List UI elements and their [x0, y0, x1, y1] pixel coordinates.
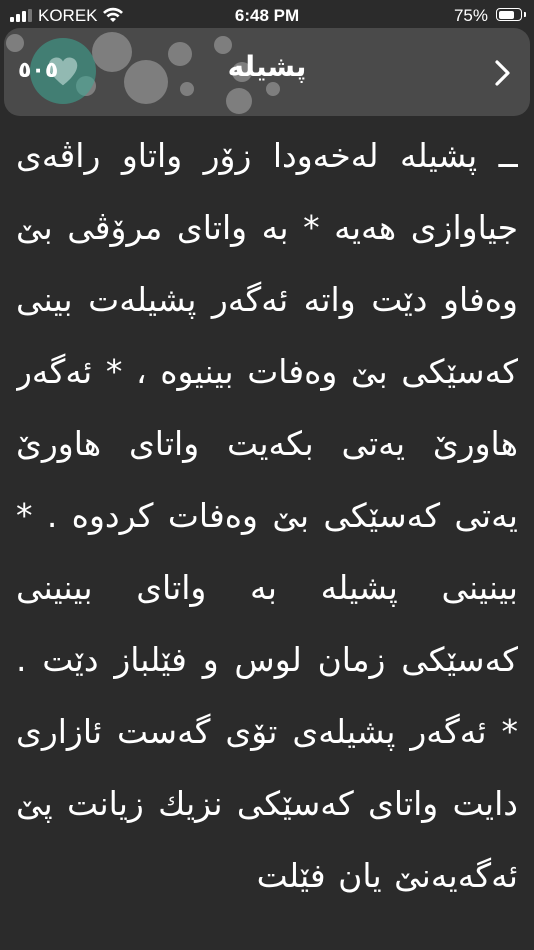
battery-level	[498, 10, 514, 19]
decorative-bubble	[266, 82, 280, 96]
nav-bar: ٥٠٥ پشیلە	[4, 28, 530, 116]
decorative-bubble	[226, 88, 252, 114]
chevron-right-icon[interactable]	[492, 58, 514, 88]
battery-icon	[496, 8, 522, 21]
article-body: ــ پشیلە لەخەودا زۆر واتاو راڤەی جیاوازی…	[16, 136, 518, 895]
decorative-bubble	[180, 82, 194, 96]
battery-percent: 75%	[453, 6, 488, 25]
battery-tip	[524, 12, 526, 17]
page-title: پشیلە	[227, 50, 307, 83]
